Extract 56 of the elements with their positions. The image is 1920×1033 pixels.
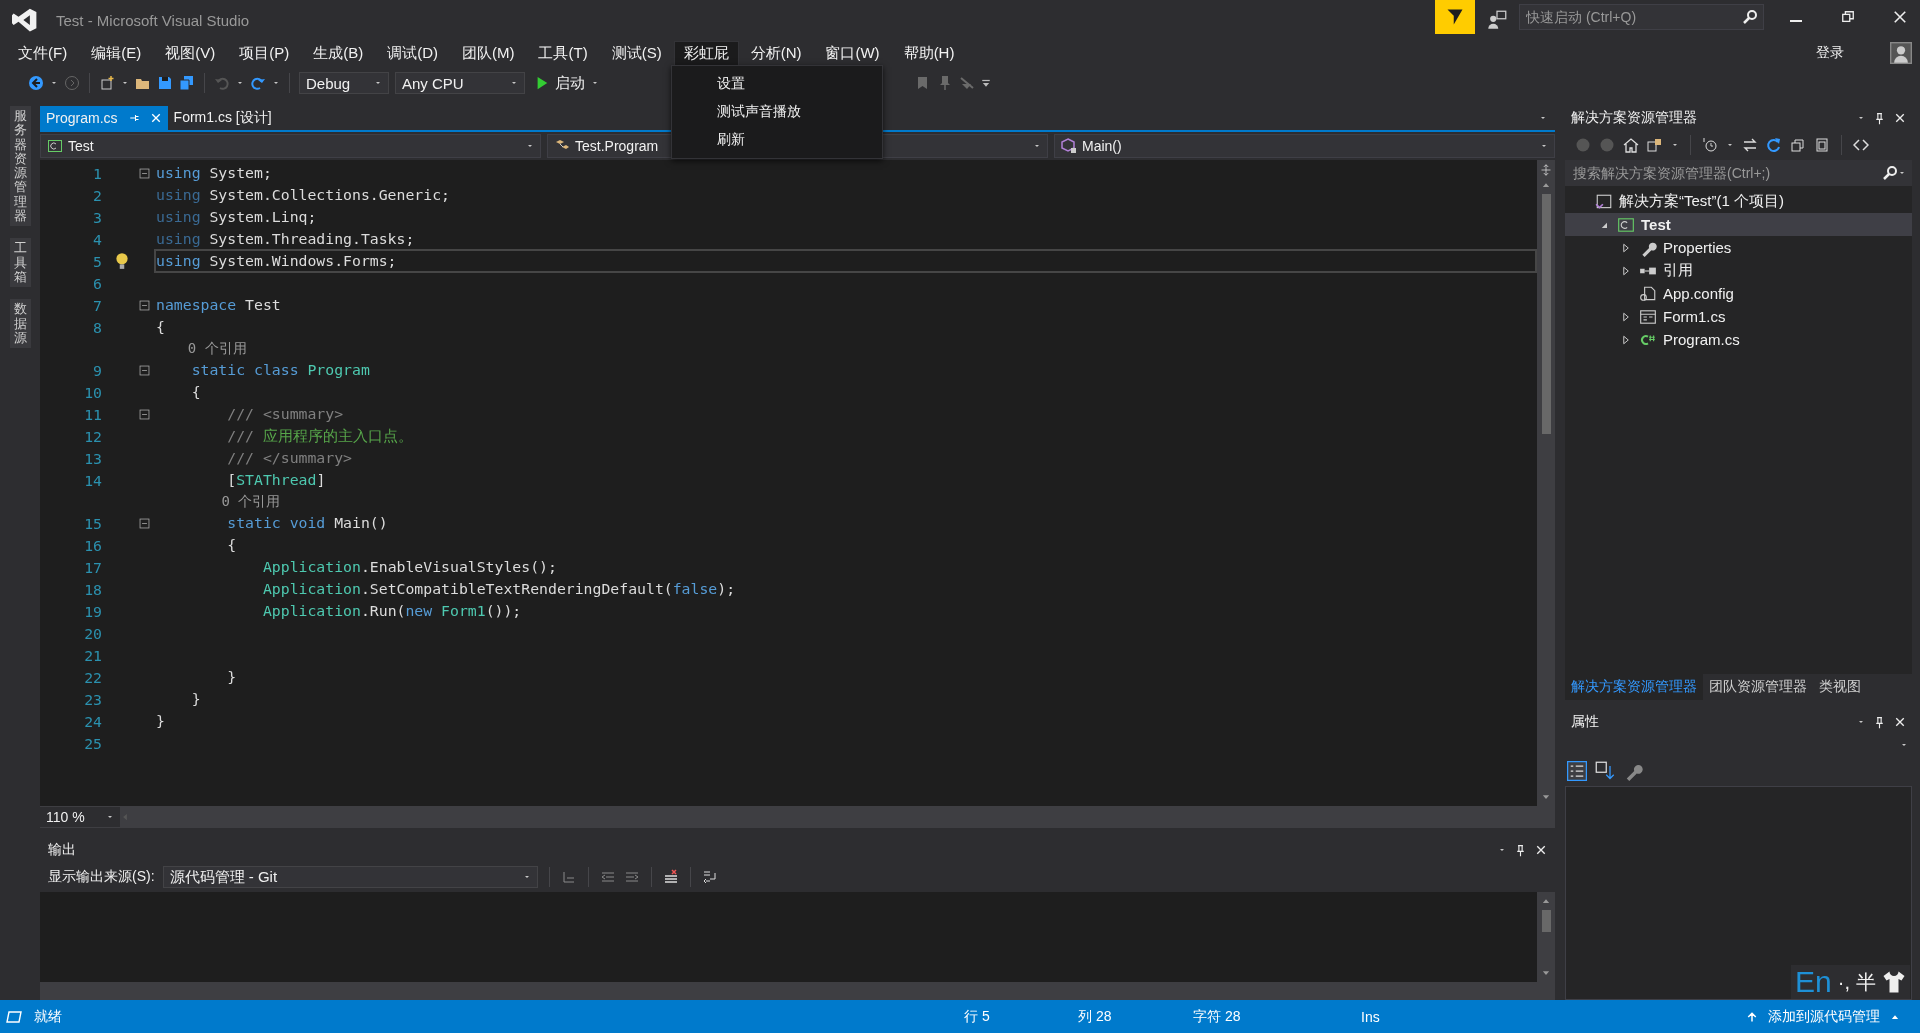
code-line: using System; (156, 164, 272, 181)
code-line: using System.Windows.Forms; (156, 252, 397, 269)
line-number: 6 (92, 274, 103, 292)
line-number: 17 (83, 558, 103, 576)
line-number: 9 (92, 361, 103, 379)
field-label: 显示输出来源(S): (48, 868, 155, 886)
line-number: 10 (83, 383, 103, 401)
code-line: { (156, 318, 165, 335)
code-line: Application.SetCompatibleTextRenderingDefault(false); (261, 580, 736, 597)
code-line: Application.EnableVisualStyles(); (261, 558, 557, 575)
line-number: 15 (83, 514, 103, 532)
insert-mode-indicator: Ins (1361, 1008, 1381, 1025)
line-number: 13 (83, 449, 103, 467)
code-line: using System.Threading.Tasks; (156, 230, 415, 247)
code-line: /// <summary> (226, 405, 344, 422)
window-title: Test - Microsoft Visual Studio (56, 11, 250, 29)
code-line: /// </summary> (226, 449, 352, 466)
code-line: static void Main() (226, 514, 388, 531)
line-number: 3 (92, 208, 103, 226)
line-number: 4 (92, 230, 103, 248)
line-number: 23 (83, 690, 103, 708)
code-line: /// 应用程序的主入口点。 (226, 427, 413, 444)
line-number: 1 (92, 164, 103, 182)
line-number: 25 (83, 734, 103, 752)
code-line: Application.Run(new Form1()); (261, 602, 522, 619)
character-indicator: 字符 28 (1193, 1007, 1242, 1026)
code-line: using System.Linq; (156, 208, 317, 225)
panel-title: 解决方案资源管理器 (1571, 109, 1697, 127)
code-line: static class Program (190, 361, 370, 378)
line-number: 2 (92, 186, 103, 204)
line-number: 21 (83, 646, 103, 664)
code-line: } (226, 668, 237, 685)
code-line: { (190, 383, 201, 400)
line-number: 22 (83, 668, 103, 686)
code-line: namespace Test (156, 296, 281, 313)
line-number: 20 (83, 624, 103, 642)
panel-title: 输出 (48, 841, 76, 859)
line-number: 14 (83, 471, 103, 489)
line-number: 8 (92, 318, 103, 336)
line-number: 24 (83, 712, 103, 730)
code-line: using System.Collections.Generic; (156, 186, 450, 203)
code-line: } (190, 690, 201, 707)
line-number: 12 (83, 427, 103, 445)
line-indicator: 行 5 (964, 1007, 991, 1026)
status-message: 就绪 (34, 1007, 62, 1026)
column-indicator: 列 28 (1078, 1007, 1113, 1026)
line-number: 19 (83, 602, 103, 620)
code-line: [STAThread] (226, 471, 326, 488)
panel-title: 属性 (1571, 713, 1599, 731)
code-line: { (226, 536, 237, 553)
line-number: 11 (83, 405, 103, 423)
line-number: 7 (92, 296, 103, 314)
line-number: 16 (83, 536, 103, 554)
line-number: 5 (92, 252, 103, 270)
line-number: 18 (83, 580, 103, 598)
code-line: } (156, 712, 165, 729)
